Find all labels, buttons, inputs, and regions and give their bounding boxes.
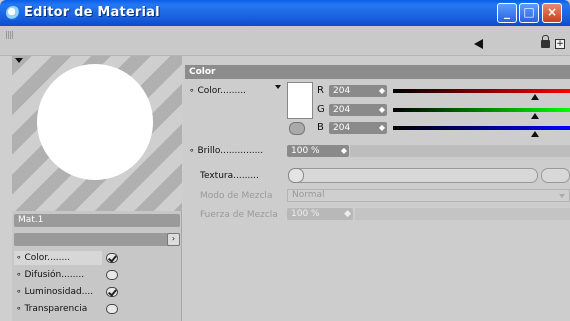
title-bar: Editor de Material _ □ × [0,0,570,26]
color-picker-button[interactable] [289,122,305,135]
channel-checkbox-color[interactable] [106,253,118,263]
r-slider[interactable] [393,89,570,93]
app-icon[interactable] [6,6,20,20]
window-title: Editor de Material [24,5,160,20]
material-name-field[interactable]: Mat.1 [14,214,180,227]
channel-item-color[interactable]: ∘ Color........ [14,251,118,265]
r-label: R [317,85,324,96]
g-slider[interactable] [393,108,570,112]
blend-strength-slider[interactable] [355,208,570,220]
brightness-label: ∘ Brillo............... [189,146,264,156]
preview-menu-icon[interactable] [15,58,23,63]
b-slider[interactable] [393,126,570,130]
b-value-field[interactable]: 204 ◆ [329,122,387,134]
channel-label: ∘ Transparencia [16,304,88,314]
texture-browse-button[interactable] [541,168,570,183]
preview-slider[interactable]: › [14,233,180,246]
channel-checkbox-luminosidad[interactable] [106,287,118,297]
channel-label: ∘ Luminosidad.... [16,287,94,297]
color-swatch[interactable] [287,82,313,119]
brightness-value-field[interactable]: 100 % ◆ [287,145,349,157]
section-header-color: Color [185,65,570,79]
g-label: G [317,104,325,115]
texture-label: Textura......... [200,171,259,181]
material-preview[interactable] [12,56,182,211]
maximize-button[interactable]: □ [519,3,539,23]
channel-checkbox-transparencia[interactable] [106,304,118,314]
g-value-field[interactable]: 204 ◆ [329,104,387,116]
channel-item-difusion[interactable]: ∘ Difusión........ [14,268,118,282]
channel-label: ∘ Difusión........ [16,270,85,280]
channel-label: ∘ Color........ [14,251,102,265]
back-arrow-icon[interactable] [474,39,483,49]
r-value-field[interactable]: 204 ◆ [329,85,387,97]
r-slider-handle[interactable] [531,94,539,100]
close-button[interactable]: × [542,3,562,23]
texture-field[interactable] [288,168,538,183]
properties-panel: Color ∘ Color......... R 204 ◆ G 204 ◆ B 2… [183,56,570,321]
lock-icon[interactable] [541,35,550,48]
blend-strength-label: Fuerza de Mezcla [200,210,278,220]
chevron-down-icon [559,194,565,198]
preview-sphere [37,64,153,180]
blend-strength-field[interactable]: 100 % ◆ [287,208,353,220]
left-panel: Mat.1 › ∘ Color........ ∘ Difusión......… [12,56,182,321]
color-label: ∘ Color......... [189,86,246,96]
brightness-slider[interactable] [350,145,570,157]
grip-icon[interactable] [6,31,14,39]
blend-mode-label: Modo de Mezcla [200,191,273,201]
expand-icon[interactable]: + [555,39,565,49]
blend-mode-select[interactable]: Normal [287,189,570,202]
channel-item-luminosidad[interactable]: ∘ Luminosidad.... [14,285,118,299]
slider-arrow-icon[interactable]: › [167,233,180,246]
texture-menu-button[interactable] [288,168,304,183]
b-slider-handle[interactable] [531,131,539,137]
g-slider-handle[interactable] [531,113,539,119]
channel-checkbox-difusion[interactable] [106,270,118,280]
channel-item-transparencia[interactable]: ∘ Transparencia [14,302,118,316]
color-dropdown-icon[interactable] [275,85,281,89]
b-label: B [317,122,324,133]
minimize-button[interactable]: _ [497,3,517,23]
toolbar: + [0,26,570,56]
